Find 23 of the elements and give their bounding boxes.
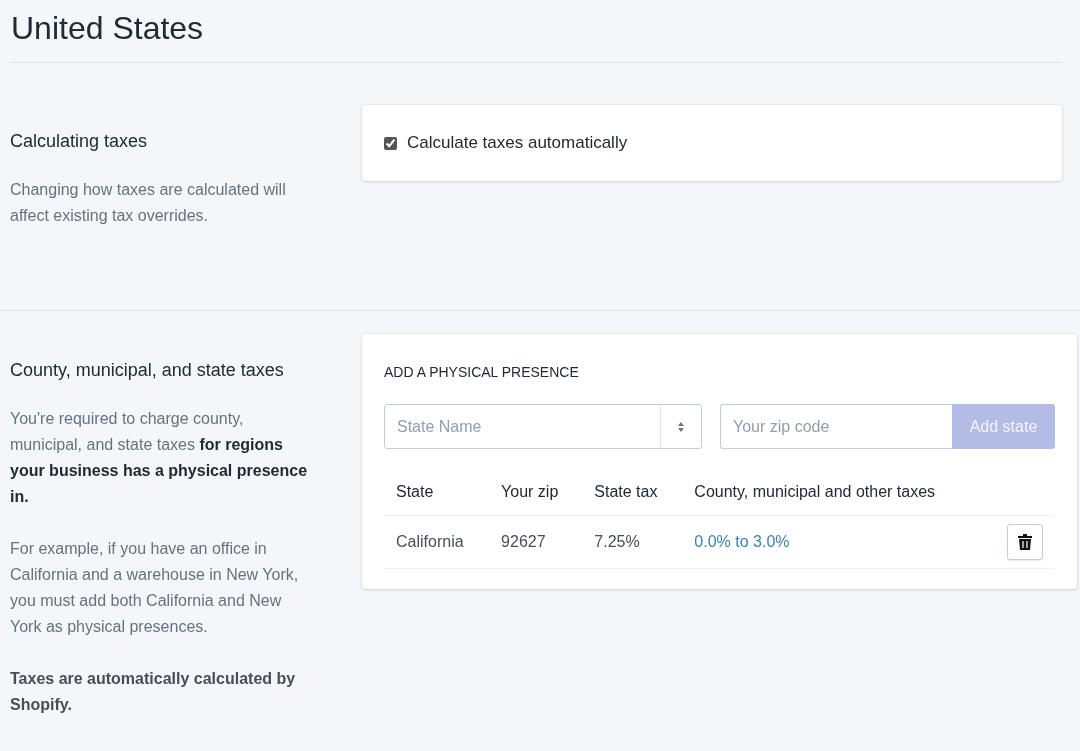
column-header: County, municipal and other taxes xyxy=(694,483,936,500)
section-heading: Calculating taxes xyxy=(10,131,149,152)
section-description: You're required to charge county, municipal, and state taxes for regions your business has a physical presence in. xyxy=(10,409,309,507)
table-cell: 92627 xyxy=(501,533,546,550)
section-description: Changing how taxes are calculated will affect existing tax overrides. xyxy=(10,180,287,226)
table-cell: 7.25% xyxy=(594,533,640,550)
delete-button[interactable] xyxy=(1007,524,1043,560)
card-title: ADD A PHYSICAL PRESENCE xyxy=(384,364,580,380)
table-cell: California xyxy=(396,533,464,550)
sort-arrows-icon xyxy=(677,420,685,433)
column-header: State tax xyxy=(594,483,658,500)
section-description: For example, if you have an office in California and a warehouse in New York, you must add both California and New York as physical presences. xyxy=(10,539,300,637)
trash-icon xyxy=(1018,534,1032,550)
state-select[interactable]: State Name xyxy=(384,404,702,449)
page-title: United States xyxy=(10,0,1062,63)
section-heading: County, municipal, and state taxes xyxy=(10,360,285,381)
column-header: Your zip xyxy=(501,483,559,500)
checkbox-label[interactable]: Calculate taxes automatically xyxy=(407,133,628,153)
checkbox[interactable] xyxy=(384,136,397,150)
tax-range-link[interactable]: 0.0% to 3.0% xyxy=(694,533,790,550)
zip-code-field[interactable]: Your zip code xyxy=(720,404,952,449)
section-description: Taxes are automatically calculated by Shopify. xyxy=(10,669,297,715)
column-header: State xyxy=(396,483,434,500)
